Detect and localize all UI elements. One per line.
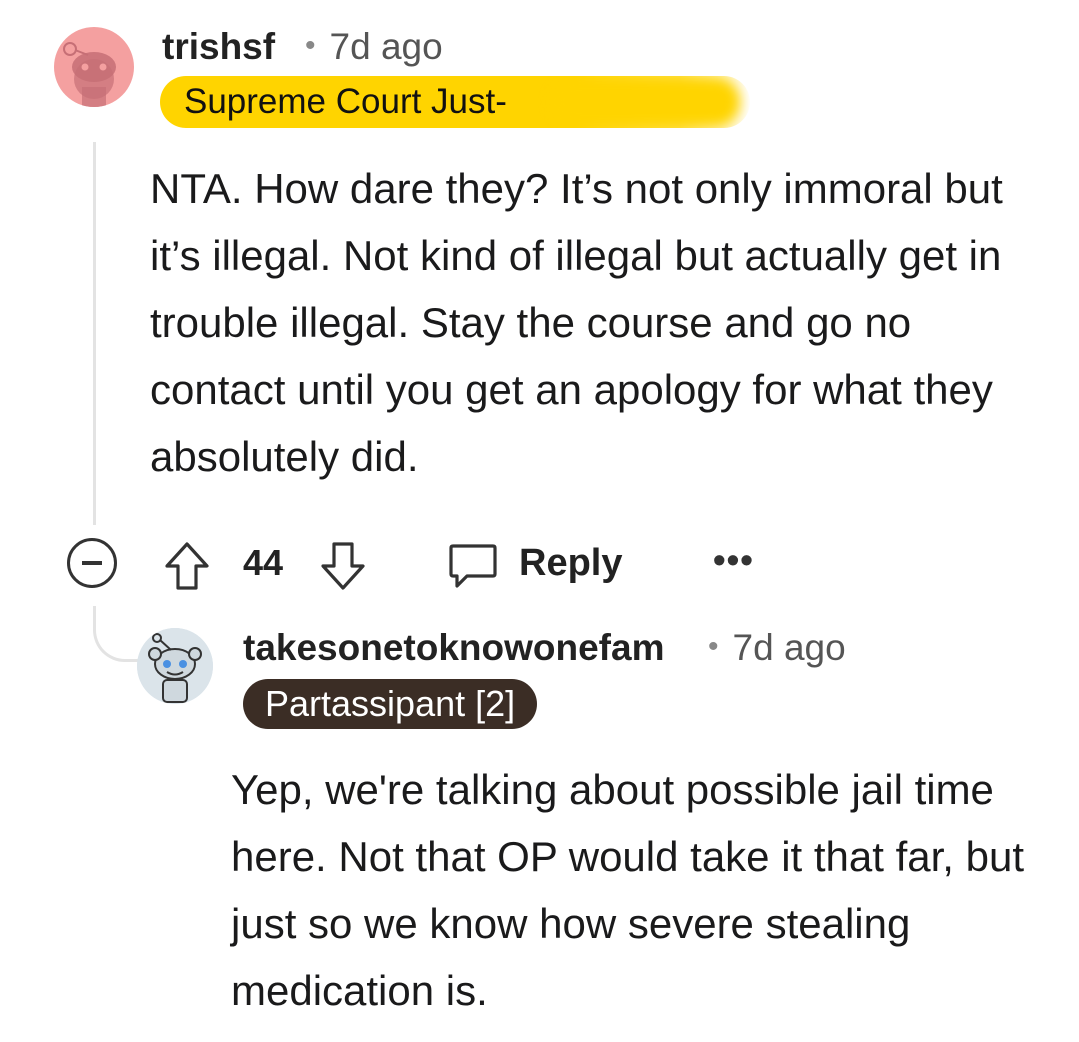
comment-timestamp: • 7d ago <box>305 26 443 68</box>
separator-dot: • <box>305 29 316 62</box>
reply-user-avatar[interactable] <box>137 628 213 704</box>
reply-username[interactable]: takesonetoknowonefam <box>243 627 664 669</box>
reply-user-flair: Partassipant [2] <box>243 679 538 729</box>
reply-thread-connector <box>93 606 141 662</box>
flair-text: Supreme Court Just- <box>184 82 507 121</box>
thread-line <box>93 142 96 525</box>
separator-dot: • <box>708 630 719 663</box>
arrow-up-icon[interactable] <box>159 538 215 594</box>
comment-action-bar: 44 Reply ••• <box>67 534 787 590</box>
user-flair: Supreme Court Just- <box>160 76 750 128</box>
vote-count: 44 <box>243 542 284 583</box>
arrow-down-icon[interactable] <box>315 538 371 594</box>
minus-circle-icon[interactable] <box>67 538 117 588</box>
reply-button[interactable]: Reply <box>519 538 622 588</box>
redaction-blur <box>550 78 740 126</box>
timestamp-text: 7d ago <box>329 26 443 67</box>
reply-timestamp: • 7d ago <box>708 627 846 669</box>
timestamp-text: 7d ago <box>732 627 846 668</box>
user-avatar[interactable] <box>54 27 134 107</box>
comment-username[interactable]: trishsf <box>162 26 275 68</box>
reply-body: Yep, we're talking about possible jail t… <box>231 766 1025 1014</box>
speech-bubble-icon[interactable] <box>445 538 501 594</box>
comment-body: NTA. How dare they? It’s not only immora… <box>150 165 1003 480</box>
snoo-avatar-icon <box>137 628 213 704</box>
snoo-avatar-icon <box>63 42 116 107</box>
more-options-button[interactable]: ••• <box>713 538 754 582</box>
